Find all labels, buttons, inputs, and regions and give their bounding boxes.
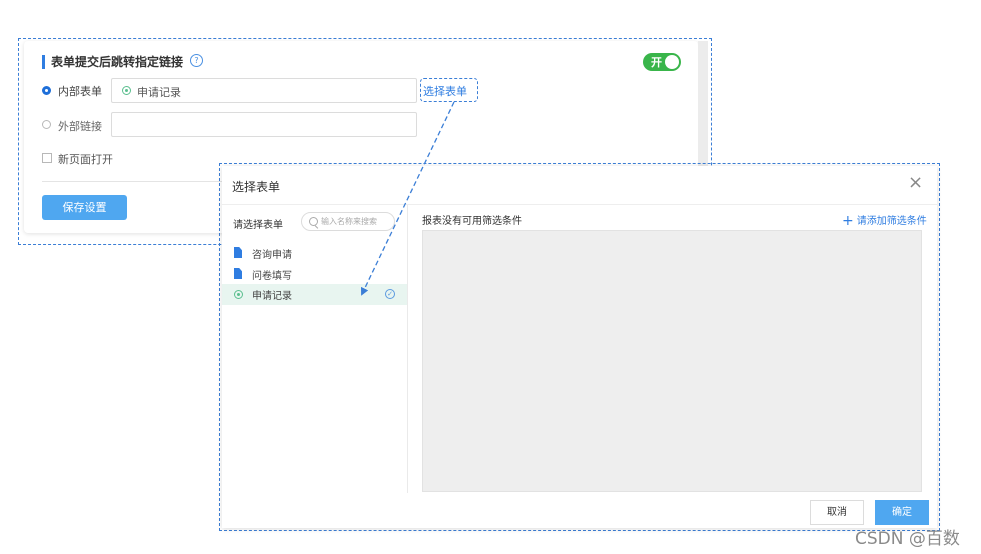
toggle-knob bbox=[665, 55, 679, 69]
document-icon bbox=[234, 247, 242, 258]
dialog-title: 选择表单 bbox=[232, 180, 281, 194]
form-list-item-label: 问卷填写 bbox=[252, 271, 292, 282]
ring-icon bbox=[122, 86, 131, 95]
no-filter-message: 报表没有可用筛选条件 bbox=[422, 216, 522, 227]
dialog-column-divider bbox=[407, 205, 408, 493]
form-search-input[interactable] bbox=[321, 215, 393, 228]
external-link-field[interactable] bbox=[111, 112, 417, 137]
form-search-box[interactable] bbox=[301, 212, 395, 231]
add-filter-link[interactable]: + 请添加筛选条件 bbox=[842, 212, 927, 229]
form-list-item-label: 申请记录 bbox=[252, 291, 292, 302]
internal-form-value: 申请记录 bbox=[137, 86, 181, 99]
close-icon[interactable]: × bbox=[908, 173, 923, 193]
search-icon bbox=[309, 217, 318, 226]
help-icon[interactable]: ? bbox=[190, 54, 203, 67]
cancel-button[interactable]: 取消 bbox=[810, 500, 864, 525]
form-list-item[interactable]: 问卷填写 bbox=[222, 264, 407, 285]
document-icon bbox=[234, 268, 242, 279]
plus-icon: + bbox=[842, 213, 854, 229]
section-title: 表单提交后跳转指定链接 bbox=[51, 55, 184, 69]
add-filter-label: 请添加筛选条件 bbox=[856, 216, 927, 227]
check-circle-icon: ✓ bbox=[385, 289, 395, 299]
external-link-radio[interactable] bbox=[42, 120, 51, 129]
form-list-item[interactable]: 咨询申请 bbox=[222, 243, 407, 264]
redirect-toggle[interactable]: 开 bbox=[643, 53, 681, 71]
external-link-label[interactable]: 外部链接 bbox=[58, 118, 102, 134]
internal-form-field[interactable]: 申请记录 bbox=[111, 78, 417, 103]
toggle-label: 开 bbox=[651, 56, 662, 69]
watermark: CSDN @百数 bbox=[855, 529, 960, 549]
choose-form-label: 请选择表单 bbox=[233, 220, 283, 231]
internal-form-radio[interactable] bbox=[42, 86, 51, 95]
internal-form-label[interactable]: 内部表单 bbox=[58, 83, 102, 99]
select-form-link-text: 选择表单 bbox=[423, 85, 467, 98]
ring-icon bbox=[234, 290, 243, 299]
new-page-checkbox[interactable] bbox=[42, 153, 52, 163]
new-page-label[interactable]: 新页面打开 bbox=[58, 151, 113, 167]
form-list-item-selected[interactable]: 申请记录 ✓ bbox=[222, 284, 407, 305]
section-title-bar bbox=[42, 55, 45, 69]
confirm-button[interactable]: 确定 bbox=[875, 500, 929, 525]
select-form-link[interactable]: 选择表单 bbox=[420, 78, 478, 102]
filter-area bbox=[422, 230, 922, 492]
form-list-item-label: 咨询申请 bbox=[252, 250, 292, 261]
dialog-header-divider bbox=[222, 204, 937, 205]
save-settings-button[interactable]: 保存设置 bbox=[42, 195, 127, 220]
